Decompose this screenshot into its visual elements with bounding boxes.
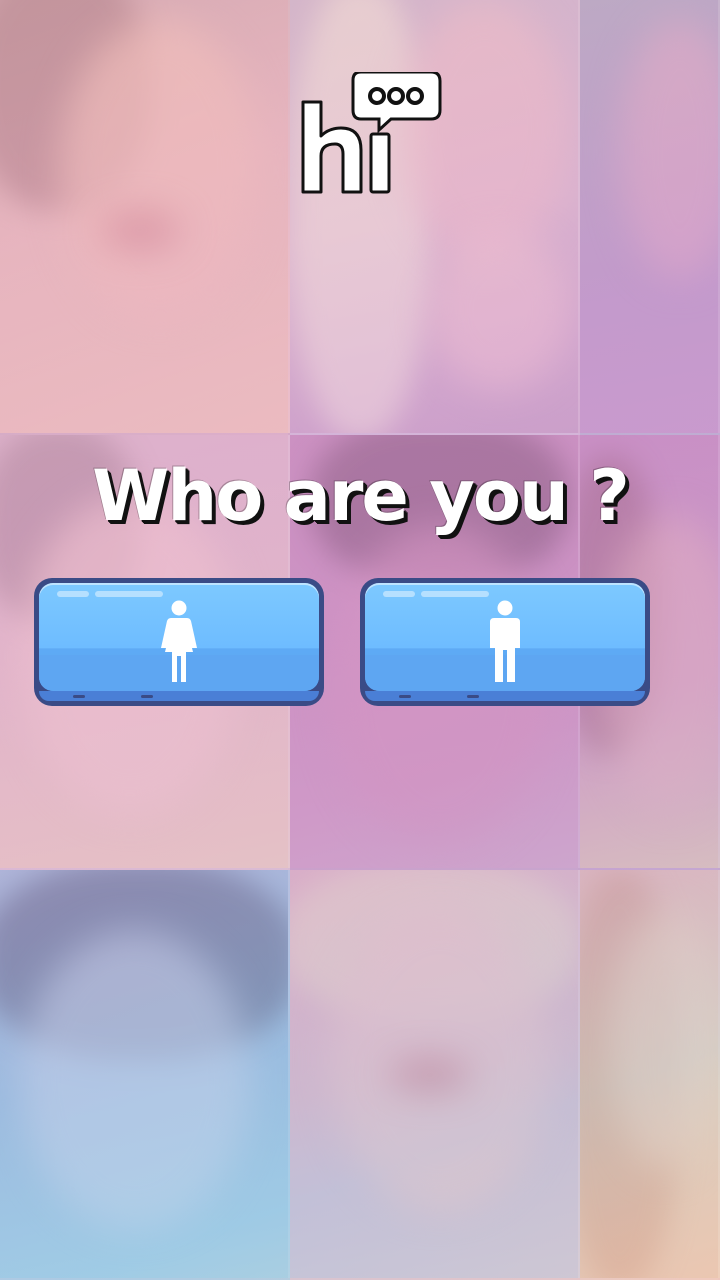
male-button-base (365, 691, 645, 701)
page-title: Who are you ? (92, 455, 630, 537)
background-photo (0, 870, 290, 1280)
background-photo (580, 0, 720, 435)
female-icon (161, 600, 197, 682)
background-photo (290, 0, 580, 435)
female-button-base (39, 691, 319, 701)
male-icon (490, 600, 520, 682)
male-button[interactable] (360, 578, 650, 706)
background-photo (290, 870, 580, 1280)
background-photo (0, 0, 290, 435)
background-photo (580, 870, 720, 1280)
hi-logo-icon (301, 70, 442, 194)
male-button-face (365, 583, 645, 691)
app-logo (295, 70, 445, 197)
female-button[interactable] (34, 578, 324, 706)
female-button-face (39, 583, 319, 691)
